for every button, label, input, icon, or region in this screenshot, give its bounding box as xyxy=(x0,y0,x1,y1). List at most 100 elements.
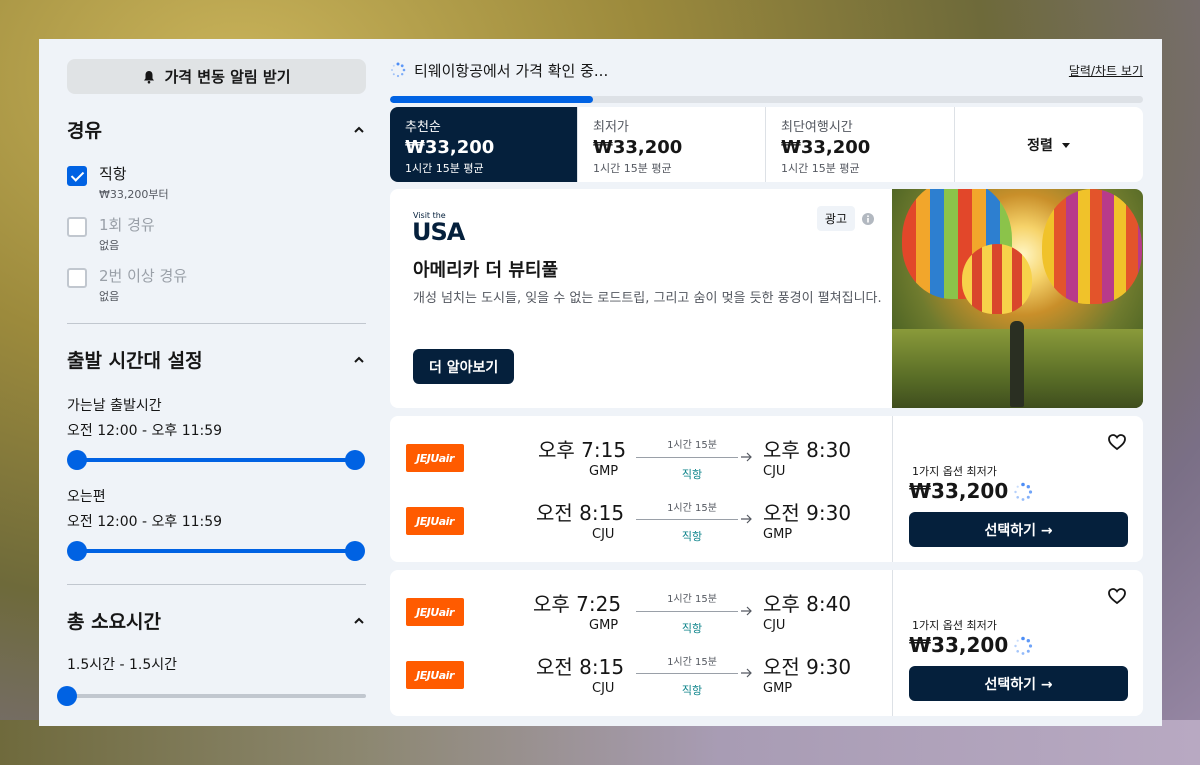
heart-icon[interactable] xyxy=(1107,586,1127,606)
duration-header[interactable]: 총 소요시간 xyxy=(67,607,366,634)
stop-option-one[interactable]: 1회 경유 없음 xyxy=(67,214,366,253)
plane-icon xyxy=(741,514,752,524)
arrival-code: GMP xyxy=(763,681,793,696)
departure-section: 출발 시간대 설정 가는날 출발시간 오전 12:00 - 오후 11:59 오… xyxy=(67,346,366,561)
price-alert-label: 가격 변동 알림 받기 xyxy=(164,68,291,86)
tab-fastest[interactable]: 최단여행시간 ₩33,200 1시간 15분 평균 xyxy=(766,107,955,182)
departure-code: GMP xyxy=(589,464,619,479)
ad-tag: 광고 xyxy=(816,206,855,231)
sort-label: 정렬 xyxy=(1027,137,1053,154)
route-line xyxy=(636,611,738,612)
duration-title: 총 소요시간 xyxy=(67,611,162,633)
departure-time: 오후 7:15 xyxy=(538,438,627,462)
outbound-slider-min-handle[interactable] xyxy=(67,450,87,470)
flight-duration: 1시간 15분 xyxy=(667,657,717,668)
tab-name: 추천순 xyxy=(405,120,441,135)
loading-spinner-icon xyxy=(1014,636,1033,655)
flight-duration: 1시간 15분 xyxy=(667,503,717,514)
price-column: 1가지 옵션 최저가 ₩33,200 선택하기 → xyxy=(892,416,1143,562)
flight-card[interactable]: JEJUair 오후 7:15 GMP 1시간 15분 직항 오후 8:30 C… xyxy=(390,416,1143,562)
departure-time: 오후 7:25 xyxy=(533,592,622,616)
divider xyxy=(67,584,366,585)
tab-price: ₩33,200 xyxy=(405,137,495,158)
stops-label: 직항 xyxy=(681,622,703,635)
stop-option-direct[interactable]: 직항 ₩33,200부터 xyxy=(67,163,366,202)
flight-price: ₩33,200 xyxy=(909,633,1009,657)
direct-checkbox[interactable] xyxy=(67,166,87,186)
stop-option-sub: 없음 xyxy=(99,239,120,252)
return-label: 오는편 xyxy=(67,489,106,505)
calendar-chart-link[interactable]: 달력/차트 보기 xyxy=(1069,62,1143,79)
stop-option-label: 1회 경유 xyxy=(99,216,155,234)
select-flight-button[interactable]: 선택하기 → xyxy=(909,666,1128,701)
heart-icon[interactable] xyxy=(1107,432,1127,452)
route-line xyxy=(636,519,738,520)
tab-price: ₩33,200 xyxy=(593,137,683,158)
return-value: 오전 12:00 - 오후 11:59 xyxy=(67,514,223,530)
tab-recommended[interactable]: 추천순 ₩33,200 1시간 15분 평균 xyxy=(390,107,578,182)
return-slider-max-handle[interactable] xyxy=(345,541,365,561)
caret-down-icon xyxy=(1061,142,1070,148)
route-line xyxy=(636,457,738,458)
return-slider-min-handle[interactable] xyxy=(67,541,87,561)
chevron-up-icon[interactable] xyxy=(352,353,366,367)
departure-time: 오전 8:15 xyxy=(536,655,625,679)
airline-logo: JEJUair xyxy=(406,444,464,472)
sort-dropdown[interactable]: 정렬 xyxy=(955,107,1143,182)
balloon xyxy=(962,244,1032,314)
arrival-code: CJU xyxy=(763,618,786,633)
loading-status: 티웨이항공에서 가격 확인 중... xyxy=(390,60,608,81)
info-icon[interactable] xyxy=(861,212,875,226)
arrival-code: GMP xyxy=(763,527,793,542)
stop-option-label: 2번 이상 경유 xyxy=(99,267,188,285)
ad-card[interactable]: Visit the USA 광고 아메리카 더 뷰티풀 개성 넘치는 도시들, … xyxy=(390,189,1143,408)
stops-title: 경유 xyxy=(67,120,102,142)
person-silhouette xyxy=(1010,321,1024,407)
filter-sidebar: 가격 변동 알림 받기 경유 직항 ₩33,200부터 1회 경유 없음 2번 … xyxy=(57,59,366,726)
tab-price: ₩33,200 xyxy=(781,137,871,158)
sort-tabs: 추천순 ₩33,200 1시간 15분 평균 최저가 ₩33,200 1시간 1… xyxy=(390,107,1143,182)
select-flight-button[interactable]: 선택하기 → xyxy=(909,512,1128,547)
airline-logo: JEJUair xyxy=(406,661,464,689)
flight-card[interactable]: JEJUair 오후 7:25 GMP 1시간 15분 직항 오후 8:40 C… xyxy=(390,570,1143,716)
outbound-slider-track[interactable] xyxy=(67,450,365,470)
ad-balloon-image xyxy=(892,189,1143,408)
flight-leg-outbound: JEJUair 오후 7:25 GMP 1시간 15분 직항 오후 8:40 C… xyxy=(390,588,890,648)
stops-header[interactable]: 경유 xyxy=(67,116,366,143)
flight-leg-outbound: JEJUair 오후 7:15 GMP 1시간 15분 직항 오후 8:30 C… xyxy=(390,434,890,494)
plane-icon xyxy=(741,452,752,462)
chevron-up-icon[interactable] xyxy=(352,123,366,137)
results-main: 티웨이항공에서 가격 확인 중... 달력/차트 보기 추천순 ₩33,200 … xyxy=(390,59,1143,716)
flight-duration: 1시간 15분 xyxy=(667,440,717,451)
departure-title: 출발 시간대 설정 xyxy=(67,350,203,372)
price-column: 1가지 옵션 최저가 ₩33,200 선택하기 → xyxy=(892,570,1143,716)
two-plus-stop-checkbox[interactable] xyxy=(67,268,87,288)
stops-label: 직항 xyxy=(681,530,703,543)
loading-spinner-icon xyxy=(391,62,406,78)
stop-option-sub: ₩33,200부터 xyxy=(99,188,169,201)
duration-slider-track[interactable] xyxy=(57,686,366,706)
ad-badge: 광고 xyxy=(816,206,875,231)
ad-learn-more-button[interactable]: 더 알아보기 xyxy=(413,349,515,384)
chevron-up-icon[interactable] xyxy=(352,614,366,628)
arrival-time: 오후 8:40 xyxy=(763,592,852,616)
one-stop-checkbox[interactable] xyxy=(67,217,87,237)
background-strip xyxy=(0,720,1200,765)
tab-cheapest[interactable]: 최저가 ₩33,200 1시간 15분 평균 xyxy=(578,107,766,182)
progress-bar-fill xyxy=(390,96,594,103)
option-label: 1가지 옵션 최저가 xyxy=(912,619,997,632)
plane-icon xyxy=(741,668,752,678)
arrival-time: 오전 9:30 xyxy=(763,655,852,679)
price-alert-button[interactable]: 가격 변동 알림 받기 xyxy=(67,59,366,94)
ad-logo: USA xyxy=(412,218,465,246)
outbound-slider-max-handle[interactable] xyxy=(345,450,365,470)
return-slider-track[interactable] xyxy=(67,541,365,561)
plane-icon xyxy=(741,606,752,616)
departure-code: CJU xyxy=(592,527,615,542)
progress-bar xyxy=(390,96,1143,103)
departure-header[interactable]: 출발 시간대 설정 xyxy=(67,346,366,373)
flight-leg-return: JEJUair 오전 8:15 CJU 1시간 15분 직항 오전 9:30 G… xyxy=(390,497,890,557)
duration-slider-handle[interactable] xyxy=(57,686,77,706)
stop-option-two-plus[interactable]: 2번 이상 경유 없음 xyxy=(67,265,366,304)
route-line xyxy=(636,673,738,674)
